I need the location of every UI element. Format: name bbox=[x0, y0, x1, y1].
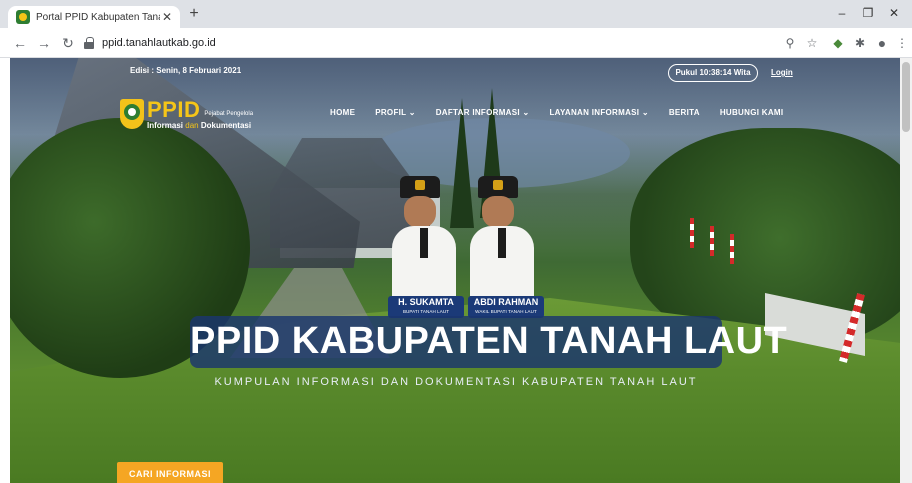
tab-bar: Portal PPID Kabupaten Tanah Laut ✕ + – ❐… bbox=[0, 0, 912, 28]
minimize-icon[interactable]: – bbox=[832, 6, 852, 20]
shield-emblem-icon bbox=[120, 99, 144, 129]
ppid-favicon-icon bbox=[16, 10, 30, 24]
clock-pill: Pukul 10:38:14 Wita bbox=[668, 64, 758, 82]
puzzle-icon[interactable]: ✱ bbox=[852, 35, 868, 51]
official-name-card: ABDI RAHMAN WAKIL BUPATI TANAH LAUT bbox=[468, 296, 544, 318]
nav-item-daftar-informasi[interactable]: DAFTAR INFORMASI ⌄ bbox=[436, 108, 530, 117]
official-name-card: H. SUKAMTA BUPATI TANAH LAUT bbox=[388, 296, 464, 318]
hero-title: PPID KABUPATEN TANAH LAUT bbox=[190, 320, 788, 362]
nav-item-home[interactable]: HOME bbox=[330, 108, 355, 117]
hero-section: H. SUKAMTA BUPATI TANAH LAUT ABDI RAHMAN… bbox=[10, 58, 910, 483]
logo-tagline: Pejabat Pengelola bbox=[204, 110, 254, 117]
tab-title: Portal PPID Kabupaten Tanah Laut bbox=[36, 11, 160, 23]
profile-icon[interactable]: ● bbox=[874, 35, 890, 51]
nav-item-hubungi-kami[interactable]: HUBUNGI KAMI bbox=[720, 108, 784, 117]
site-logo[interactable]: PPID Pejabat Pengelola Informasi dan Dok… bbox=[120, 96, 264, 132]
nav-item-profil[interactable]: PROFIL ⌄ bbox=[375, 108, 416, 117]
official-name: ABDI RAHMAN bbox=[473, 297, 539, 307]
browser-toolbar: ← → ↻ ppid.tanahlautkab.go.id ⚲ ☆ ◆ ✱ ● … bbox=[0, 28, 912, 58]
back-icon[interactable]: ← bbox=[12, 35, 28, 51]
address-bar[interactable]: ppid.tanahlautkab.go.id bbox=[84, 33, 874, 53]
new-tab-button[interactable]: + bbox=[184, 5, 204, 23]
edition-date: Edisi : Senin, 8 Februari 2021 bbox=[130, 66, 242, 75]
restore-icon[interactable]: ❐ bbox=[858, 6, 878, 20]
scrollbar-thumb[interactable] bbox=[902, 62, 910, 132]
url-text[interactable]: ppid.tanahlautkab.go.id bbox=[102, 37, 216, 49]
official-name: H. SUKAMTA bbox=[398, 297, 454, 307]
zoom-icon[interactable]: ⚲ bbox=[782, 35, 798, 51]
logo-sub-end: Dokumentasi bbox=[200, 120, 252, 130]
logo-sub-small: dan bbox=[185, 120, 199, 130]
logo-sub-strong: Informasi bbox=[147, 120, 184, 130]
logo-text: PPID Pejabat Pengelola Informasi dan Dok… bbox=[147, 96, 264, 130]
flag-decoration bbox=[690, 218, 694, 248]
hero-subtitle: KUMPULAN INFORMASI DAN DOKUMENTASI KABUP… bbox=[214, 376, 698, 388]
close-window-icon[interactable]: ✕ bbox=[884, 6, 904, 20]
nav-item-layanan-informasi[interactable]: LAYANAN INFORMASI ⌄ bbox=[549, 108, 648, 117]
cari-informasi-button[interactable]: CARI INFORMASI bbox=[117, 462, 223, 483]
logo-subtitle: Informasi dan Dokumentasi bbox=[147, 120, 264, 130]
extension-icon[interactable]: ◆ bbox=[830, 35, 846, 51]
lock-icon[interactable] bbox=[84, 37, 94, 49]
browser-tab[interactable]: Portal PPID Kabupaten Tanah Laut ✕ bbox=[8, 6, 180, 28]
official-role: BUPATI TANAH LAUT bbox=[402, 309, 450, 314]
official-photo-bupati bbox=[392, 176, 456, 296]
nav-item-berita[interactable]: BERITA bbox=[669, 108, 700, 117]
flag-decoration bbox=[730, 234, 734, 264]
close-tab-icon[interactable]: ✕ bbox=[160, 10, 174, 24]
reload-icon[interactable]: ↻ bbox=[60, 35, 76, 51]
forward-icon[interactable]: → bbox=[36, 35, 52, 51]
menu-icon[interactable]: ⋮ bbox=[894, 35, 910, 51]
main-nav: HOME PROFIL ⌄ DAFTAR INFORMASI ⌄ LAYANAN… bbox=[330, 108, 783, 117]
official-photo-wakil bbox=[470, 176, 534, 296]
logo-mark: PPID bbox=[147, 96, 201, 122]
login-link[interactable]: Login bbox=[771, 68, 793, 77]
star-icon[interactable]: ☆ bbox=[804, 35, 820, 51]
official-role: WAKIL BUPATI TANAH LAUT bbox=[475, 309, 537, 314]
flag-decoration bbox=[710, 226, 714, 256]
